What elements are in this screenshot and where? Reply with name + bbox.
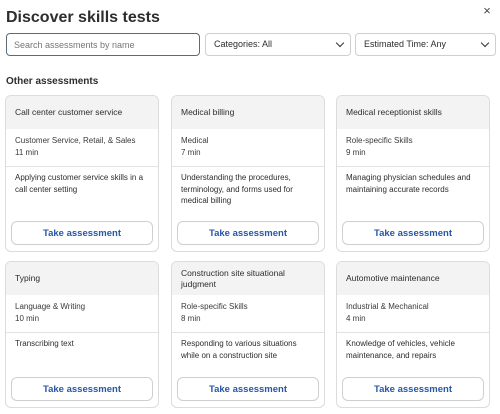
modal-title: Discover skills tests	[6, 9, 160, 26]
assessment-category: Customer Service, Retail, & Sales	[15, 136, 136, 145]
assessment-name: Medical receptionist skills	[337, 96, 489, 129]
assessment-description: Applying customer service skills in a ca…	[15, 173, 144, 194]
assessment-name: Typing	[6, 262, 158, 295]
estimated-time-dropdown[interactable]: Estimated Time: Any	[355, 33, 496, 56]
assessment-meta: Customer Service, Retail, & Sales 11 min	[6, 129, 158, 167]
search-input[interactable]	[6, 33, 200, 56]
take-assessment-button[interactable]: Take assessment	[342, 221, 484, 245]
assessment-meta: Role-specific Skills 8 min	[172, 295, 324, 333]
assessment-meta: Language & Writing 10 min	[6, 295, 158, 333]
filter-bar: Categories: All Estimated Time: Any	[6, 33, 496, 56]
take-assessment-button[interactable]: Take assessment	[342, 377, 484, 401]
assessment-card: Medical receptionist skills Role-specifi…	[336, 95, 490, 252]
take-assessment-button[interactable]: Take assessment	[11, 377, 153, 401]
assessment-card: Typing Language & Writing 10 min Transcr…	[5, 261, 159, 408]
assessment-name: Medical billing	[172, 96, 324, 129]
chevron-down-icon	[480, 38, 490, 48]
take-assessment-button[interactable]: Take assessment	[177, 221, 319, 245]
take-assessment-button[interactable]: Take assessment	[177, 377, 319, 401]
assessment-name: Automotive maintenance	[337, 262, 489, 295]
assessment-duration: 11 min	[15, 148, 39, 157]
assessment-meta: Industrial & Mechanical 4 min	[337, 295, 489, 333]
assessment-duration: 8 min	[181, 314, 201, 323]
assessment-duration: 4 min	[346, 314, 366, 323]
take-assessment-button[interactable]: Take assessment	[11, 221, 153, 245]
assessment-description: Understanding the procedures, terminolog…	[181, 173, 293, 205]
categories-dropdown-label: Categories: All	[214, 39, 273, 49]
assessment-category: Medical	[181, 136, 209, 145]
assessment-category: Role-specific Skills	[346, 136, 413, 145]
assessment-duration: 7 min	[181, 148, 201, 157]
assessment-card: Call center customer service Customer Se…	[5, 95, 159, 252]
modal-header: Discover skills tests ×	[6, 4, 494, 30]
assessment-duration: 9 min	[346, 148, 366, 157]
estimated-time-dropdown-label: Estimated Time: Any	[364, 39, 447, 49]
assessment-category: Language & Writing	[15, 302, 86, 311]
assessment-card: Construction site situational judgment R…	[171, 261, 325, 408]
chevron-down-icon	[335, 38, 345, 48]
assessment-grid: Call center customer service Customer Se…	[5, 95, 495, 410]
assessment-name: Call center customer service	[6, 96, 158, 129]
close-icon[interactable]: ×	[480, 4, 494, 18]
section-title: Other assessments	[6, 76, 99, 87]
assessment-card: Medical billing Medical 7 min Understand…	[171, 95, 325, 252]
categories-dropdown[interactable]: Categories: All	[205, 33, 351, 56]
assessment-duration: 10 min	[15, 314, 40, 323]
assessment-name: Construction site situational judgment	[172, 262, 324, 295]
assessment-description: Managing physician schedules and maintai…	[346, 173, 471, 194]
assessment-meta: Role-specific Skills 9 min	[337, 129, 489, 167]
assessment-card: Automotive maintenance Industrial & Mech…	[336, 261, 490, 408]
assessment-meta: Medical 7 min	[172, 129, 324, 167]
assessment-category: Role-specific Skills	[181, 302, 248, 311]
assessment-category: Industrial & Mechanical	[346, 302, 429, 311]
